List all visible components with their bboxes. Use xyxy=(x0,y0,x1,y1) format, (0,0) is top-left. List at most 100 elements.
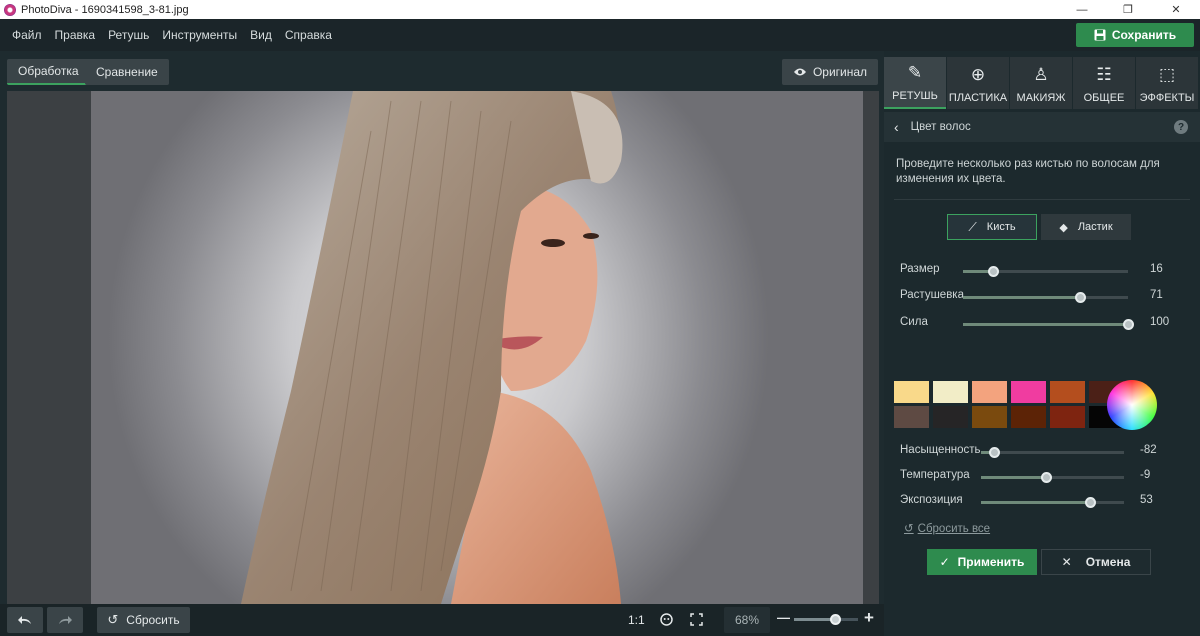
tab-makeup[interactable]: ♙ МАКИЯЖ xyxy=(1010,57,1072,109)
section-title: Цвет волос xyxy=(910,121,971,133)
eraser-icon: ◆ xyxy=(1059,221,1068,234)
tab-general[interactable]: ☷ ОБЩЕЕ xyxy=(1073,57,1135,109)
right-panel: ✎ РЕТУШЬ ⊕ ПЛАСТИКА ♙ МАКИЯЖ ☷ ОБЩЕЕ ⬚ Э… xyxy=(884,51,1200,636)
color-swatch[interactable] xyxy=(972,406,1007,428)
zoom-in-button[interactable]: + xyxy=(864,608,874,628)
color-swatch[interactable] xyxy=(894,406,929,428)
title-bar: PhotoDiva - 1690341598_3-81.jpg — ❐ ✕ xyxy=(0,0,1200,19)
reset-all-icon: ↺ xyxy=(904,523,914,535)
maximize-button[interactable]: ❐ xyxy=(1105,0,1151,19)
saturation-value: -82 xyxy=(1140,444,1157,456)
apply-label: Применить xyxy=(957,555,1025,569)
reset-icon: ↺ xyxy=(107,612,119,627)
menu-file[interactable]: Файл xyxy=(12,28,42,42)
floppy-icon xyxy=(1094,29,1106,41)
zoom-out-button[interactable]: — xyxy=(777,610,790,625)
cancel-button[interactable]: ✕ Отмена xyxy=(1041,549,1151,575)
sliders-icon: ☷ xyxy=(1096,65,1112,84)
temperature-slider[interactable] xyxy=(981,472,1124,483)
app-logo-icon xyxy=(4,3,16,16)
eraser-label: Ластик xyxy=(1077,221,1113,233)
back-chevron-icon[interactable]: ‹ xyxy=(894,119,899,135)
bottom-toolbar: ↺ Сбросить 1:1 68% — + xyxy=(0,604,884,636)
feather-slider-knob[interactable] xyxy=(1075,292,1087,303)
color-swatch[interactable] xyxy=(1050,381,1085,403)
help-icon[interactable]: ? xyxy=(1174,120,1188,134)
tab-compare[interactable]: Сравнение xyxy=(85,59,169,85)
retouch-icon: ✎ xyxy=(907,63,923,82)
size-slider-row: Размер 16 xyxy=(900,263,1190,279)
apply-button[interactable]: ✓ Применить xyxy=(927,549,1037,575)
menu-view[interactable]: Вид xyxy=(250,28,272,42)
strength-slider[interactable] xyxy=(963,319,1134,330)
brush-tool-button[interactable]: ⟋ Кисть xyxy=(947,214,1037,240)
eraser-tool-button[interactable]: ◆ Ластик xyxy=(1041,214,1131,240)
temperature-slider-fill xyxy=(981,476,1047,479)
color-swatch[interactable] xyxy=(933,381,968,403)
reset-label: Сбросить xyxy=(126,613,180,627)
size-slider[interactable] xyxy=(963,266,1128,277)
check-icon: ✓ xyxy=(939,555,950,569)
face-detect-icon[interactable] xyxy=(660,613,673,626)
saturation-slider-knob[interactable] xyxy=(988,447,1000,458)
feather-slider[interactable] xyxy=(963,292,1128,303)
color-swatch[interactable] xyxy=(1011,406,1046,428)
zoom-slider-knob[interactable] xyxy=(830,614,841,625)
menu-help[interactable]: Справка xyxy=(285,28,332,42)
exposure-slider[interactable] xyxy=(981,497,1124,508)
size-value: 16 xyxy=(1150,263,1163,275)
size-slider-knob[interactable] xyxy=(987,266,999,277)
color-swatch[interactable] xyxy=(972,381,1007,403)
menu-tools[interactable]: Инструменты xyxy=(162,28,237,42)
cancel-label: Отмена xyxy=(1085,555,1131,569)
divider xyxy=(894,199,1190,200)
strength-slider-knob[interactable] xyxy=(1123,319,1134,330)
color-wheel[interactable] xyxy=(1107,380,1157,430)
size-label: Размер xyxy=(900,263,940,275)
menu-retouch[interactable]: Ретушь xyxy=(108,28,149,42)
color-swatch[interactable] xyxy=(933,406,968,428)
strength-slider-row: Сила 100 xyxy=(900,316,1190,332)
color-swatch[interactable] xyxy=(1011,381,1046,403)
window-title: PhotoDiva - 1690341598_3-81.jpg xyxy=(21,3,189,16)
fit-screen-icon[interactable] xyxy=(690,613,703,626)
strength-label: Сила xyxy=(900,316,928,328)
eye-icon xyxy=(793,68,806,76)
photo-preview[interactable] xyxy=(91,91,863,604)
undo-button[interactable] xyxy=(7,607,43,633)
menu-edit[interactable]: Правка xyxy=(55,28,96,42)
tab-processing[interactable]: Обработка xyxy=(7,59,90,85)
exposure-slider-knob[interactable] xyxy=(1085,497,1097,508)
zoom-percentage[interactable]: 68% xyxy=(724,607,770,633)
undo-icon xyxy=(18,616,31,624)
reset-button[interactable]: ↺ Сбросить xyxy=(97,607,190,633)
save-label: Сохранить xyxy=(1111,28,1177,42)
color-swatch[interactable] xyxy=(894,381,929,403)
close-icon: ✕ xyxy=(1061,555,1072,569)
save-button[interactable]: Сохранить xyxy=(1076,23,1194,47)
image-canvas[interactable] xyxy=(7,91,879,604)
redo-button[interactable] xyxy=(47,607,83,633)
reset-all-label: Сбросить все xyxy=(917,523,991,535)
saturation-label: Насыщенность xyxy=(900,444,981,456)
temperature-slider-knob[interactable] xyxy=(1041,472,1053,483)
tab-retouch-label: РЕТУШЬ xyxy=(892,90,938,102)
color-swatch[interactable] xyxy=(1050,406,1085,428)
work-area: Обработка Сравнение Оригинал ↺ Сбросить … xyxy=(0,51,884,636)
minimize-button[interactable]: — xyxy=(1059,0,1105,19)
zoom-slider[interactable] xyxy=(794,614,858,625)
close-window-button[interactable]: ✕ xyxy=(1153,0,1199,19)
strength-slider-fill xyxy=(963,323,1128,326)
saturation-slider[interactable] xyxy=(981,447,1124,458)
exposure-value: 53 xyxy=(1140,494,1153,506)
menu-bar: Файл Правка Ретушь Инструменты Вид Справ… xyxy=(0,19,1200,51)
plastic-icon: ⊕ xyxy=(970,65,986,84)
tab-effects[interactable]: ⬚ ЭФФЕКТЫ xyxy=(1136,57,1198,109)
reset-all-link[interactable]: ↺ Сбросить все xyxy=(904,521,990,535)
tab-retouch[interactable]: ✎ РЕТУШЬ xyxy=(884,57,946,109)
temperature-value: -9 xyxy=(1140,469,1151,481)
tab-plastic[interactable]: ⊕ ПЛАСТИКА xyxy=(947,57,1009,109)
original-button[interactable]: Оригинал xyxy=(782,59,878,85)
section-header: ‹ Цвет волос ? xyxy=(884,112,1200,142)
actual-size-button[interactable]: 1:1 xyxy=(628,613,645,627)
